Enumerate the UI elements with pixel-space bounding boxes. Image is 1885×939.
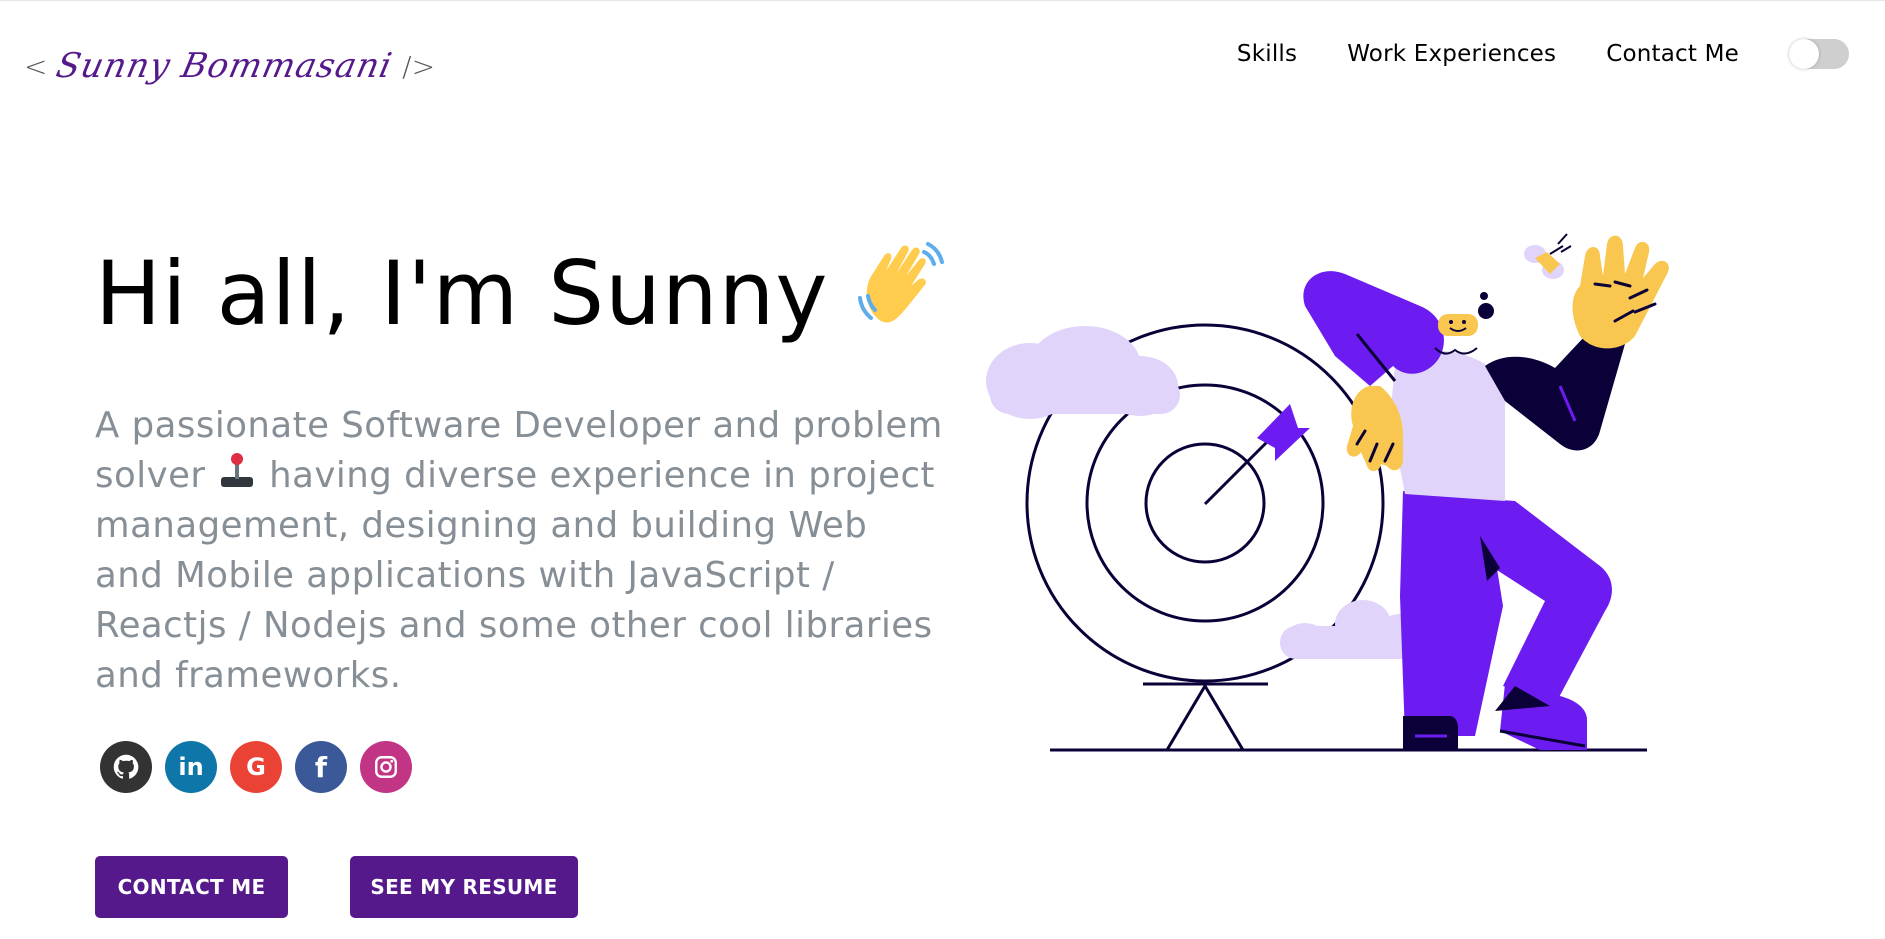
theme-toggle[interactable] [1789,39,1849,69]
nav-menu: Skills Work Experiences Contact Me [1237,39,1885,69]
nav-contact-me-link[interactable]: Contact Me [1606,41,1739,67]
header: < Sunny Bommasani /> Skills Work Experie… [0,1,1885,111]
hero-buttons: CONTACT ME SEE MY RESUME [95,856,578,918]
facebook-glyph: f [314,750,328,784]
facebook-icon[interactable]: f [295,741,347,793]
social-links: in G f [100,741,425,793]
nav-work-experiences-link[interactable]: Work Experiences [1347,41,1556,67]
greeting-text: Hi all, I'm Sunny [95,242,829,345]
logo-signature: Sunny Bommasani [53,46,397,86]
google-glyph: G [246,753,266,781]
logo-open-bracket: < [24,49,48,83]
bee-icon [1524,233,1572,279]
contact-me-button[interactable]: CONTACT ME [95,856,288,918]
waving-hand-icon [856,236,948,349]
linkedin-icon[interactable]: in [165,741,217,793]
joystick-icon [217,453,269,496]
raised-hand-icon [1572,235,1669,349]
hero-greeting: Hi all, I'm Sunny [95,236,948,349]
google-icon[interactable]: G [230,741,282,793]
nav-skills-link[interactable]: Skills [1237,41,1297,67]
linkedin-glyph: in [178,753,204,781]
instagram-icon[interactable] [360,741,412,793]
theme-toggle-knob [1789,39,1819,69]
face-icon [1434,292,1494,355]
github-icon[interactable] [100,741,152,793]
hero-illustration [975,216,1695,760]
see-my-resume-button[interactable]: SEE MY RESUME [350,856,578,918]
logo[interactable]: < Sunny Bommasani /> [24,31,435,101]
hero-subtitle: A passionate Software Developer and prob… [95,401,945,701]
logo-close-bracket: /> [402,49,436,83]
